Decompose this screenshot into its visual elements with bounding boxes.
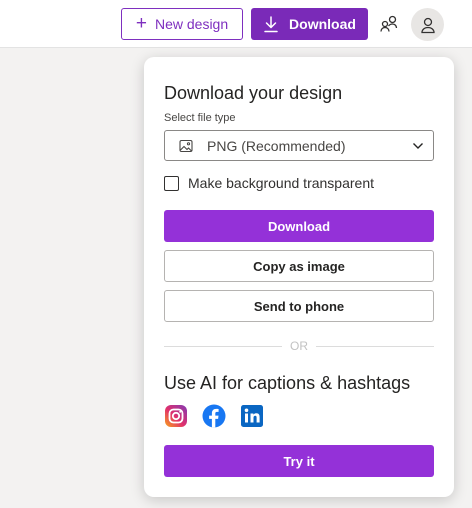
- file-type-select[interactable]: PNG (Recommended): [164, 130, 434, 161]
- plus-icon: +: [135, 12, 147, 34]
- download-panel: Download your design Select file type PN…: [144, 57, 454, 497]
- share-icon[interactable]: [377, 12, 401, 36]
- transparent-background-checkbox[interactable]: [164, 175, 179, 191]
- copy-as-image-button[interactable]: Copy as image: [164, 250, 434, 282]
- divider-line-right: [316, 346, 434, 347]
- image-icon: [179, 139, 193, 152]
- facebook-icon: [202, 404, 226, 428]
- try-it-button[interactable]: Try it: [164, 445, 434, 477]
- file-type-value: PNG (Recommended): [207, 137, 346, 154]
- panel-title: Download your design: [164, 83, 343, 103]
- transparent-background-option[interactable]: Make background transparent: [164, 175, 374, 191]
- person-icon: [420, 17, 435, 33]
- download-icon: [264, 15, 278, 32]
- download-button[interactable]: Download: [251, 8, 368, 40]
- transparent-background-label: Make background transparent: [188, 175, 374, 191]
- social-icons: [164, 404, 264, 428]
- instagram-icon: [164, 404, 188, 428]
- download-label: Download: [289, 16, 356, 32]
- linkedin-icon: [240, 404, 264, 428]
- new-design-label: New design: [154, 16, 229, 32]
- ai-captions-title: Use AI for captions & hashtags: [164, 373, 411, 393]
- or-divider: OR: [164, 339, 434, 353]
- avatar[interactable]: [411, 8, 444, 41]
- top-bar: + New design Download: [0, 0, 472, 48]
- chevron-down-icon: [413, 143, 423, 149]
- send-to-phone-button[interactable]: Send to phone: [164, 290, 434, 322]
- new-design-button[interactable]: + New design: [121, 8, 243, 40]
- download-confirm-button[interactable]: Download: [164, 210, 434, 242]
- file-type-label: Select file type: [164, 112, 236, 124]
